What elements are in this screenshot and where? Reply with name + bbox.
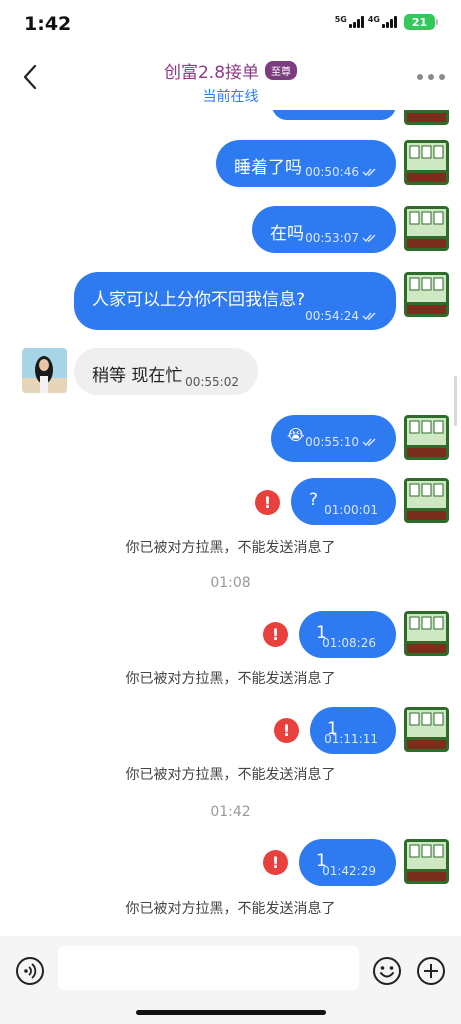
message-time: 01:11:11: [324, 732, 378, 746]
message-text: ?: [309, 490, 319, 510]
message-meta: 00:55:02: [185, 375, 239, 389]
battery-icon: 21: [404, 14, 438, 30]
message-bubble[interactable]: 1 01:11:11: [310, 707, 396, 754]
home-indicator: [136, 1010, 326, 1015]
blocked-notice: 你已被对方拉黑，不能发送消息了: [125, 671, 336, 687]
voice-icon[interactable]: [15, 956, 45, 986]
message-bubble[interactable]: 人家可以上分你不回我信息? 00:54:24: [74, 272, 396, 330]
contact-avatar[interactable]: [22, 348, 67, 393]
message-time: 00:53:07: [305, 231, 359, 245]
avatar[interactable]: [404, 839, 449, 884]
signal-bars-icon: [348, 16, 364, 28]
message-time: 00:50:46: [305, 165, 359, 179]
message-meta: 01:11:11: [324, 732, 378, 746]
blocked-notice: 你已被对方拉黑，不能发送消息了: [125, 540, 336, 556]
send-failed-icon[interactable]: !: [263, 622, 288, 647]
composer-bar: [0, 936, 461, 1024]
message-meta: 00:54:24: [305, 309, 378, 323]
message-bubble-incoming[interactable]: 稍等 现在忙 00:55:02: [74, 348, 258, 395]
message-time: 01:08:26: [322, 636, 376, 650]
emoji-icon[interactable]: [372, 956, 402, 986]
message-text: 😭: [287, 426, 305, 444]
blocked-notice: 你已被对方拉黑，不能发送消息了: [125, 767, 336, 783]
double-check-icon: [362, 234, 376, 243]
avatar[interactable]: [404, 272, 449, 317]
message-text: 稍等 现在忙: [92, 366, 183, 386]
signal-5g: 5G: [335, 16, 364, 28]
double-check-icon: [362, 438, 376, 447]
message-list[interactable]: 睡着了吗 00:50:46 在吗 00:53:07 人家可以上分你不回我信息? …: [0, 110, 461, 936]
time-divider: 01:08: [210, 575, 251, 591]
message-meta: 01:42:29: [322, 864, 376, 878]
chat-title: 创富2.8接单: [163, 63, 260, 83]
message-bubble-partial[interactable]: [272, 110, 396, 120]
vip-badge: 至尊: [265, 61, 298, 80]
send-failed-icon[interactable]: !: [255, 490, 280, 515]
avatar[interactable]: [404, 110, 449, 125]
status-time: 1:42: [24, 13, 72, 35]
message-meta: 00:55:10: [305, 435, 378, 449]
time-divider: 01:42: [210, 804, 251, 820]
message-time: 00:55:02: [185, 375, 239, 389]
scrollbar[interactable]: [454, 376, 457, 426]
signal-4g: 4G: [368, 16, 397, 28]
message-text: 在吗: [270, 224, 304, 244]
message-bubble[interactable]: 在吗 00:53:07: [252, 206, 396, 253]
message-time: 00:54:24: [305, 309, 359, 323]
message-time: 01:42:29: [322, 864, 376, 878]
double-check-icon: [362, 168, 376, 177]
double-check-icon: [362, 312, 376, 321]
message-time: 00:55:10: [305, 435, 359, 449]
online-status: 当前在线: [202, 89, 259, 105]
avatar[interactable]: [404, 206, 449, 251]
avatar[interactable]: [404, 415, 449, 460]
avatar[interactable]: [404, 611, 449, 656]
blocked-notice: 你已被对方拉黑，不能发送消息了: [125, 901, 336, 917]
message-text: 人家可以上分你不回我信息?: [92, 290, 306, 310]
avatar[interactable]: [404, 140, 449, 185]
signal-bars-icon: [382, 16, 397, 28]
send-failed-icon[interactable]: !: [263, 850, 288, 875]
message-meta: 00:53:07: [305, 231, 378, 245]
chat-title-block[interactable]: 创富2.8接单 至尊 当前在线: [0, 58, 461, 106]
message-text: 睡着了吗: [234, 158, 302, 178]
status-bar: 1:42 5G 4G 21: [0, 0, 461, 48]
message-time: 01:00:01: [324, 503, 378, 517]
plus-icon[interactable]: [416, 956, 446, 986]
message-meta: 01:00:01: [324, 503, 378, 517]
message-bubble[interactable]: 😭 00:55:10: [271, 415, 396, 462]
avatar[interactable]: [404, 478, 449, 523]
avatar[interactable]: [404, 707, 449, 752]
message-bubble[interactable]: ? 01:00:01: [291, 478, 396, 525]
more-dots-icon[interactable]: [417, 74, 445, 80]
message-bubble[interactable]: 睡着了吗 00:50:46: [216, 140, 396, 187]
message-bubble[interactable]: 1 01:08:26: [299, 611, 396, 658]
status-indicators: 5G 4G 21: [335, 14, 438, 30]
send-failed-icon[interactable]: !: [274, 718, 299, 743]
chat-header: 创富2.8接单 至尊 当前在线: [0, 48, 461, 110]
message-input[interactable]: [58, 946, 359, 990]
message-bubble[interactable]: 1 01:42:29: [299, 839, 396, 886]
message-meta: 00:50:46: [305, 165, 378, 179]
message-meta: 01:08:26: [322, 636, 376, 650]
